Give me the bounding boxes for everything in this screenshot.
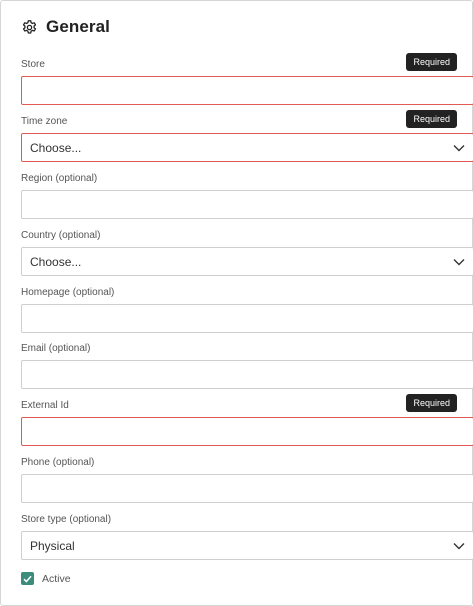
- required-badge: Required: [406, 110, 457, 128]
- store-type-value: Physical: [30, 538, 75, 553]
- external-id-input[interactable]: [30, 424, 465, 439]
- region-input[interactable]: [30, 197, 465, 212]
- required-badge: Required: [406, 53, 457, 71]
- country-select[interactable]: Choose...: [21, 247, 473, 276]
- check-icon: [23, 575, 32, 583]
- store-label: Store: [21, 59, 45, 70]
- chevron-down-icon: [453, 258, 465, 266]
- general-panel: General Store Required Time zone Require…: [0, 0, 473, 606]
- external-id-label: External Id: [21, 400, 69, 411]
- email-input[interactable]: [30, 367, 465, 382]
- homepage-input[interactable]: [30, 311, 465, 326]
- country-label: Country (optional): [21, 230, 101, 241]
- active-checkbox-row[interactable]: Active: [21, 572, 71, 585]
- store-input-box[interactable]: [21, 76, 473, 105]
- email-label: Email (optional): [21, 343, 91, 354]
- gear-icon: [21, 19, 38, 36]
- active-label: Active: [42, 572, 71, 585]
- chevron-down-icon: [453, 542, 465, 550]
- required-badge: Required: [406, 394, 457, 412]
- page-title: General: [46, 17, 111, 36]
- store-type-label: Store type (optional): [21, 514, 112, 525]
- store-type-select[interactable]: Physical: [21, 531, 473, 560]
- time-zone-label: Time zone: [21, 116, 68, 127]
- email-input-box[interactable]: [21, 360, 473, 389]
- external-id-input-box[interactable]: [21, 417, 473, 446]
- region-input-box[interactable]: [21, 190, 473, 219]
- active-checkbox[interactable]: [21, 572, 34, 585]
- region-label: Region (optional): [21, 173, 98, 184]
- phone-input-box[interactable]: [21, 474, 473, 503]
- phone-label: Phone (optional): [21, 457, 95, 468]
- chevron-down-icon: [453, 144, 465, 152]
- time-zone-value: Choose...: [30, 140, 82, 155]
- country-value: Choose...: [30, 254, 82, 269]
- time-zone-select[interactable]: Choose...: [21, 133, 473, 162]
- store-input[interactable]: [30, 83, 465, 98]
- panel-header: General: [21, 15, 110, 39]
- homepage-label: Homepage (optional): [21, 287, 115, 298]
- homepage-input-box[interactable]: [21, 304, 473, 333]
- phone-input[interactable]: [30, 481, 465, 496]
